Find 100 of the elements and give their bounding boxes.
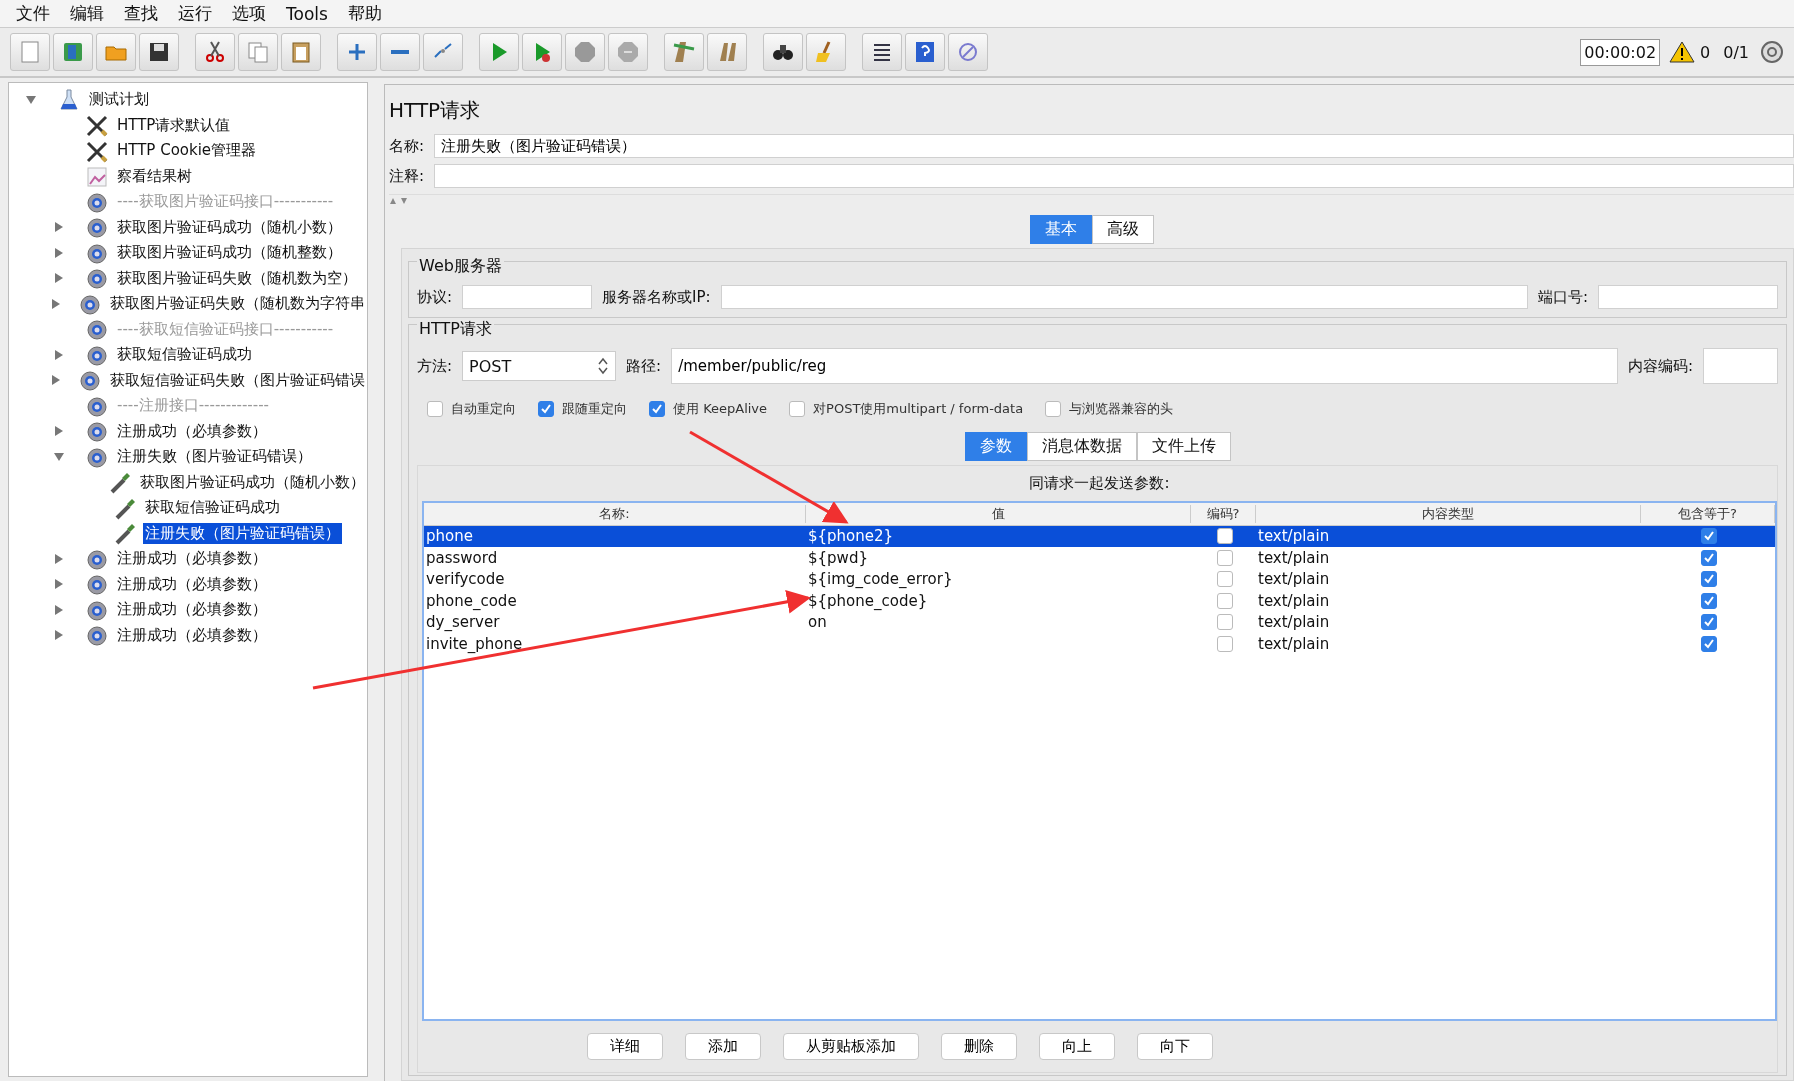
menu-item[interactable]: 帮助	[339, 2, 394, 25]
tree-item[interactable]: 注册失败（图片验证码错误）	[115, 446, 314, 468]
checkbox[interactable]	[1216, 571, 1233, 588]
table-button[interactable]: 向上	[1038, 1033, 1115, 1060]
checkbox[interactable]	[789, 401, 806, 417]
menu-item[interactable]: 运行	[170, 2, 224, 25]
table-cell-text: text/plain	[1257, 548, 1331, 567]
tree-item[interactable]: 注册成功（必填参数）	[115, 548, 269, 570]
table-cell-text: verifycode	[425, 570, 506, 589]
checkbox[interactable]	[1701, 528, 1717, 545]
cut-button[interactable]	[195, 33, 235, 71]
paste-button[interactable]	[281, 33, 321, 71]
table-cell-text: dy_server	[425, 613, 501, 632]
help-button[interactable]	[905, 33, 945, 71]
checkbox[interactable]	[1216, 549, 1233, 566]
checkbox[interactable]	[1216, 635, 1233, 652]
play-button[interactable]	[479, 33, 519, 71]
table-button[interactable]: 向下	[1136, 1033, 1213, 1060]
tree-item[interactable]: 注册成功（必填参数）	[115, 599, 269, 621]
method-dropdown[interactable]: POST	[462, 351, 617, 381]
tab[interactable]: 高级	[1091, 215, 1154, 244]
tree-item[interactable]: 注册成功（必填参数）	[115, 573, 269, 595]
checkbox[interactable]	[1045, 401, 1062, 417]
tree-item[interactable]: 注册成功（必填参数）	[115, 420, 269, 442]
table-button[interactable]: 详细	[586, 1033, 663, 1060]
table-button[interactable]: 从剪贴板添加	[782, 1033, 919, 1060]
checkbox[interactable]	[1216, 592, 1233, 609]
table-row[interactable]: phone_code ${phone_code} text/plain	[424, 590, 1775, 612]
gear-icon	[85, 215, 109, 240]
server-field[interactable]	[720, 285, 1528, 309]
checkbox[interactable]	[1701, 571, 1717, 588]
play-no-pause-button[interactable]	[522, 33, 562, 71]
table-row[interactable]: phone ${phone2} text/plain	[424, 525, 1775, 547]
clear-button[interactable]	[664, 33, 704, 71]
checkbox[interactable]	[1216, 614, 1233, 631]
checkbox[interactable]	[649, 401, 665, 417]
table-cell-text: invite_phone	[425, 634, 524, 653]
save-button[interactable]	[139, 33, 179, 71]
tree-item[interactable]: 测试计划	[87, 89, 151, 111]
table-row[interactable]: verifycode ${img_code_error} text/plain	[424, 568, 1775, 590]
checkbox[interactable]	[1701, 635, 1717, 652]
tree-item[interactable]: 获取图片验证码成功（随机小数）	[138, 471, 367, 493]
binoculars-button[interactable]	[763, 33, 803, 71]
template-button[interactable]	[53, 33, 93, 71]
tree-item[interactable]: 获取图片验证码失败（随机数为字符串	[108, 293, 367, 315]
tab[interactable]: 基本	[1029, 215, 1092, 244]
name-field[interactable]: 注册失败（图片验证码错误）	[434, 134, 1794, 158]
new-file-button[interactable]	[10, 33, 50, 71]
protocol-field[interactable]	[462, 285, 593, 309]
tree-item[interactable]: 获取短信验证码失败（图片验证码错误	[108, 369, 367, 391]
spinner-arrows-icon	[597, 357, 610, 375]
tree-item[interactable]: 获取短信验证码成功	[143, 497, 282, 519]
table-cell-text: phone	[425, 527, 474, 546]
tree-item[interactable]: 注册成功（必填参数）	[115, 624, 269, 646]
plus-button[interactable]	[337, 33, 377, 71]
menu-item[interactable]: 编辑	[62, 2, 116, 25]
comment-field[interactable]	[434, 164, 1794, 188]
table-button[interactable]: 删除	[940, 1033, 1017, 1060]
port-field[interactable]	[1598, 285, 1778, 309]
tree-item[interactable]: 察看结果树	[115, 165, 194, 187]
list-button[interactable]	[862, 33, 902, 71]
tab[interactable]: 消息体数据	[1026, 432, 1137, 461]
table-row[interactable]: dy_server on text/plain	[424, 611, 1775, 633]
tab[interactable]: 文件上传	[1136, 432, 1231, 461]
table-button[interactable]: 添加	[684, 1033, 761, 1060]
table-cell-text: text/plain	[1257, 613, 1331, 632]
minus-icon	[391, 50, 409, 54]
minus-button[interactable]	[380, 33, 420, 71]
checkbox[interactable]	[1701, 614, 1717, 631]
checkbox[interactable]	[538, 401, 554, 417]
menu-item[interactable]: 文件	[8, 2, 62, 25]
tree-item[interactable]: 获取图片验证码成功（随机整数）	[115, 242, 344, 264]
tree-item[interactable]: 注册失败（图片验证码错误）	[143, 522, 342, 544]
tree-item[interactable]: HTTP Cookie管理器	[115, 140, 259, 162]
encoding-field[interactable]	[1703, 348, 1778, 384]
checkbox[interactable]	[1701, 549, 1717, 566]
column-header: 包含等于?	[1641, 504, 1775, 523]
checkbox[interactable]	[427, 401, 443, 417]
menu-item[interactable]: 选项	[224, 2, 278, 25]
table-cell-text: text/plain	[1257, 591, 1331, 610]
table-row[interactable]: password ${pwd} text/plain	[424, 547, 1775, 569]
tree-item[interactable]: 获取图片验证码成功（随机小数）	[115, 216, 344, 238]
checkbox-label: 与浏览器兼容的头	[1069, 400, 1174, 418]
group-title: Web服务器	[417, 256, 504, 277]
tree-item[interactable]: HTTP请求默认值	[115, 114, 233, 136]
tree-item[interactable]: 获取图片验证码失败（随机数为空）	[115, 267, 359, 289]
checkbox[interactable]	[1216, 528, 1233, 545]
checkbox[interactable]	[1701, 592, 1717, 609]
clear-all-button[interactable]	[707, 33, 747, 71]
table-row[interactable]: invite_phone text/plain	[424, 633, 1775, 655]
menu-item[interactable]: Tools	[278, 3, 340, 24]
checkbox-label: 自动重定向	[451, 400, 516, 418]
panel-title: HTTP请求	[389, 97, 482, 124]
shutdown-button[interactable]	[608, 33, 648, 71]
name-label: 名称:	[389, 136, 425, 156]
stop-button[interactable]	[565, 33, 605, 71]
path-field[interactable]: /member/public/reg	[671, 348, 1618, 384]
menu-item[interactable]: 查找	[116, 2, 170, 25]
tree-item[interactable]: 获取短信验证码成功	[115, 344, 254, 366]
tab[interactable]: 参数	[964, 432, 1027, 461]
